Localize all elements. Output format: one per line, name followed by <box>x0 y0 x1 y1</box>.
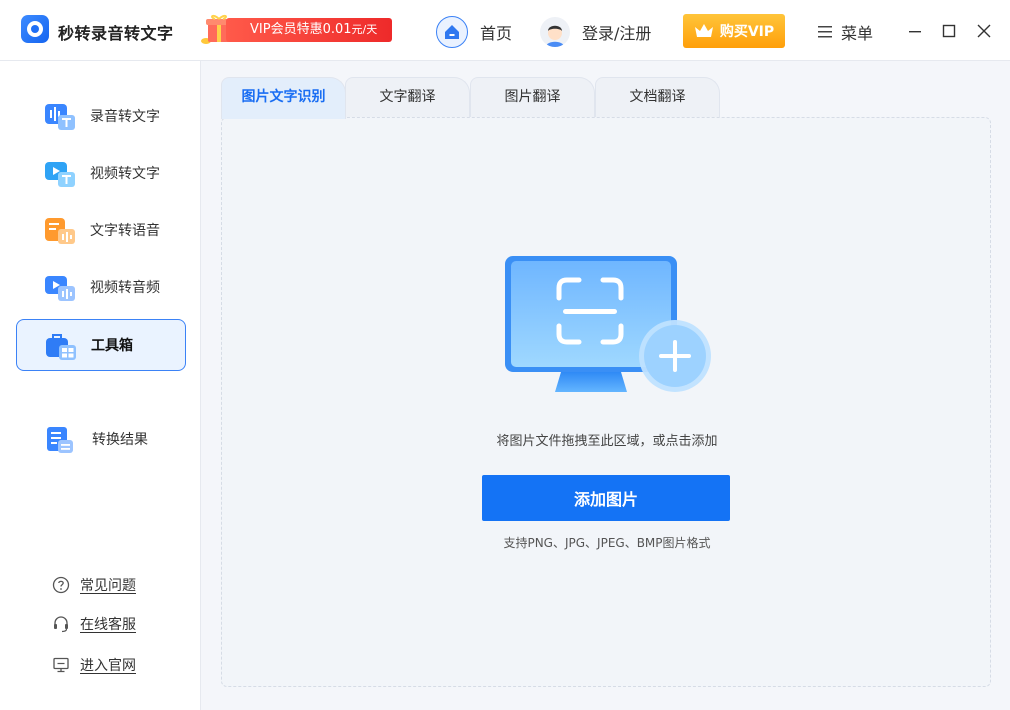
faq-label: 常见问题 <box>80 578 136 594</box>
add-image-button[interactable]: 添加图片 <box>482 475 730 521</box>
tab-image-ocr[interactable]: 图片文字识别 <box>221 77 346 119</box>
menu-icon <box>818 26 832 38</box>
results-icon <box>47 427 73 453</box>
nav-login[interactable]: 登录/注册 <box>540 16 651 48</box>
avatar <box>540 17 570 47</box>
online-support-label: 在线客服 <box>80 617 136 633</box>
sidebar-item-audio-to-text[interactable]: 录音转文字 <box>16 90 186 142</box>
sidebar-item-toolbox[interactable]: 工具箱 <box>16 319 186 371</box>
sidebar-item-video-to-audio[interactable]: 视频转音频 <box>16 261 186 313</box>
sidebar-item-text-to-speech[interactable]: 文字转语音 <box>16 204 186 256</box>
sidebar-item-results[interactable]: 转换结果 <box>16 413 186 465</box>
maximize-icon[interactable] <box>940 22 958 40</box>
minimize-icon[interactable] <box>906 22 924 40</box>
official-site-link[interactable]: 进入官网 <box>52 654 136 676</box>
sidebar-item-label: 转换结果 <box>92 432 148 448</box>
vip-promo-banner[interactable]: VIP会员特惠0.01元/天 <box>196 14 394 46</box>
buy-vip-label: 购买VIP <box>719 24 775 40</box>
faq-link[interactable]: 常见问题 <box>52 574 136 596</box>
menu-button[interactable]: 菜单 <box>817 18 873 46</box>
tab-image-translate[interactable]: 图片翻译 <box>470 77 595 119</box>
audio-to-text-icon <box>45 104 75 130</box>
official-site-label: 进入官网 <box>80 658 136 674</box>
nav-home[interactable]: 首页 <box>436 16 512 48</box>
close-icon[interactable] <box>975 22 993 40</box>
toolbox-icon <box>46 334 76 360</box>
sidebar-item-video-to-text[interactable]: 视频转文字 <box>16 147 186 199</box>
monitor-icon <box>53 657 69 673</box>
sidebar-item-label: 文字转语音 <box>90 223 160 239</box>
title-bar: 秒转录音转文字 VIP会员特惠0.01元/天 首页 登录/注册 购买VIP 菜单 <box>0 0 1010 61</box>
sidebar-item-label: 工具箱 <box>91 338 133 354</box>
nav-login-label: 登录/注册 <box>582 24 652 43</box>
promo-unit: 元/天 <box>351 23 378 36</box>
home-icon <box>436 16 468 48</box>
app-title: 秒转录音转文字 <box>58 24 174 43</box>
tab-text-translate[interactable]: 文字翻译 <box>345 77 470 119</box>
buy-vip-button[interactable]: 购买VIP <box>683 14 785 48</box>
menu-label: 菜单 <box>841 24 874 43</box>
supported-formats-text: 支持PNG、JPG、JPEG、BMP图片格式 <box>503 536 711 550</box>
headset-icon <box>54 616 68 633</box>
video-to-text-icon <box>45 162 75 187</box>
video-to-audio-icon <box>45 276 75 301</box>
sidebar-item-label: 录音转文字 <box>90 109 160 125</box>
image-drop-zone[interactable]: 将图片文件拖拽至此区域，或点击添加 添加图片 支持PNG、JPG、JPEG、BM… <box>221 117 991 687</box>
promo-text: VIP会员特惠0.01 <box>250 22 352 37</box>
online-support-link[interactable]: 在线客服 <box>52 613 136 635</box>
main-content: 图片文字识别 文字翻译 图片翻译 文档翻译 将图片文件拖拽至此区域，或点击添加 … <box>201 61 1010 710</box>
crown-icon <box>694 24 713 37</box>
app-logo-icon <box>21 15 49 43</box>
monitor-scan-icon <box>505 256 711 392</box>
question-icon <box>52 576 70 594</box>
text-to-speech-icon <box>45 218 75 244</box>
sidebar-item-label: 视频转文字 <box>90 166 160 182</box>
nav-home-label: 首页 <box>480 24 513 43</box>
drop-hint-text: 将图片文件拖拽至此区域，或点击添加 <box>496 434 718 449</box>
sidebar: 录音转文字 视频转文字 文字转语音 视频转音频 工具箱 转换结果 常见问题 在线… <box>0 61 201 710</box>
tab-document-translate[interactable]: 文档翻译 <box>595 77 720 119</box>
sidebar-item-label: 视频转音频 <box>90 280 160 296</box>
